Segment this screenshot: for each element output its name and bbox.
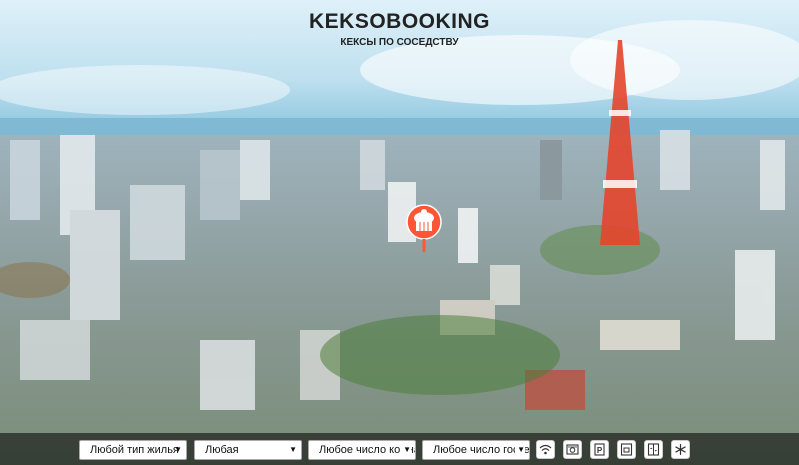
chevron-down-icon: ▼ xyxy=(289,445,297,454)
feature-washer-checkbox[interactable] xyxy=(617,440,636,459)
svg-text:P: P xyxy=(597,446,603,455)
price-value: Любая xyxy=(205,444,239,456)
washer-icon xyxy=(620,443,633,456)
price-select[interactable]: Любая ▼ xyxy=(194,440,302,460)
chevron-down-icon: ▼ xyxy=(515,441,525,459)
feature-dishwasher-checkbox[interactable] xyxy=(563,440,582,459)
feature-elevator-checkbox[interactable] xyxy=(644,440,663,459)
chevron-down-icon: ▼ xyxy=(401,441,411,459)
cupcake-pin-icon xyxy=(406,204,442,252)
snowflake-icon xyxy=(675,444,686,455)
elevator-icon xyxy=(647,443,660,456)
rooms-select[interactable]: Любое число комнат ▼ xyxy=(308,440,416,460)
site-subtitle: КЕКСЫ ПО СОСЕДСТВУ xyxy=(340,37,459,48)
site-header: KEKSOBOOKING КЕКСЫ ПО СОСЕДСТВУ xyxy=(0,10,799,48)
guests-select[interactable]: Любое число гостей ▼ xyxy=(422,440,530,460)
map-page: KEKSOBOOKING КЕКСЫ ПО СОСЕДСТВУ Любой ти… xyxy=(0,0,799,465)
city-map-background xyxy=(0,0,799,465)
feature-parking-checkbox[interactable]: P xyxy=(590,440,609,459)
housing-type-select[interactable]: Любой тип жилья ▼ xyxy=(79,440,187,460)
dishwasher-icon xyxy=(566,444,579,455)
main-map-pin[interactable] xyxy=(406,204,442,254)
parking-icon: P xyxy=(594,443,605,456)
chevron-down-icon: ▼ xyxy=(174,445,182,454)
feature-wifi-checkbox[interactable] xyxy=(536,440,555,459)
wifi-icon xyxy=(539,444,552,455)
housing-type-value: Любой тип жилья xyxy=(90,444,179,456)
site-title: KEKSOBOOKING xyxy=(308,10,490,33)
feature-conditioner-checkbox[interactable] xyxy=(671,440,690,459)
map-filters-bar: Любой тип жилья ▼ Любая ▼ Любое число ко… xyxy=(0,433,799,465)
